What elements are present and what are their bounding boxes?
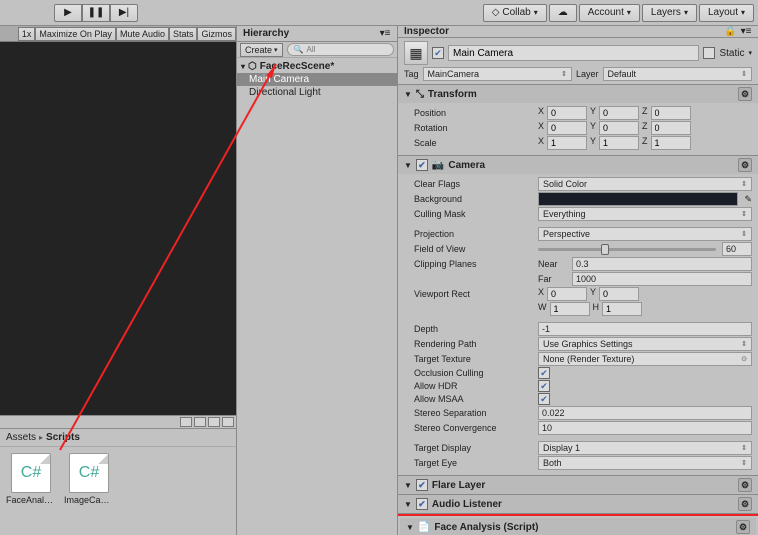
- create-button[interactable]: Create▾: [240, 43, 283, 57]
- zoom-field[interactable]: 1x: [18, 27, 36, 41]
- viewport-xy[interactable]: XY: [538, 287, 752, 301]
- hierarchy-tree: ▾⬡FaceRecScene* Main Camera Directional …: [237, 58, 397, 535]
- panel-menu-icon[interactable]: ▾≡: [740, 26, 752, 37]
- lock-icon[interactable]: [180, 417, 192, 427]
- hierarchy-item-main-camera[interactable]: Main Camera: [237, 73, 397, 86]
- audio-listener-component: ▼Audio Listener⚙: [398, 495, 758, 514]
- project-mini-toolbar: [0, 415, 236, 429]
- layers-button[interactable]: Layers▾: [642, 4, 697, 22]
- play-controls: ▶ ❚❚ ▶|: [54, 4, 138, 22]
- tag-dropdown[interactable]: MainCamera⇕: [423, 67, 572, 81]
- position-fields[interactable]: XYZ: [538, 106, 752, 120]
- cloud-button[interactable]: ☁: [549, 4, 577, 22]
- panel-menu-icon[interactable]: ▾≡: [379, 28, 391, 39]
- fold-icon[interactable]: ▼: [404, 500, 412, 509]
- gear-icon[interactable]: ⚙: [738, 87, 752, 101]
- game-view-toolbar: 1x Maximize On Play Mute Audio Stats Giz…: [0, 26, 236, 42]
- fov-slider[interactable]: 60: [538, 242, 752, 256]
- eye-icon[interactable]: [194, 417, 206, 427]
- inspector-header: ▦ Static ▾ Tag MainCamera⇕ Layer Default…: [398, 38, 758, 85]
- layer-label: Layer: [576, 69, 599, 79]
- pause-button[interactable]: ❚❚: [82, 4, 110, 22]
- face-analysis-component: ▼📄Face Analysis (Script)⚙ Script📄 FaceAn…: [400, 518, 756, 535]
- depth-field[interactable]: -1: [538, 322, 752, 336]
- lock-icon[interactable]: 🔒: [724, 26, 736, 37]
- stats-toggle[interactable]: Stats: [169, 27, 198, 41]
- game-view[interactable]: [0, 42, 236, 415]
- occlusion-checkbox[interactable]: [538, 367, 550, 379]
- top-toolbar: ▶ ❚❚ ▶| ◇Collab▾ ☁ Account▾ Layers▾ Layo…: [0, 0, 758, 26]
- collab-button[interactable]: ◇Collab▾: [483, 4, 547, 22]
- tag-label: Tag: [404, 69, 419, 79]
- script-asset-faceanalysis[interactable]: C# FaceAnalysis...: [6, 453, 56, 529]
- camera-component: ▼📷Camera⚙ Clear FlagsSolid Color⇕ Backgr…: [398, 156, 758, 476]
- eyedropper-icon[interactable]: ✎: [744, 194, 752, 205]
- background-color-field[interactable]: [538, 192, 738, 206]
- msaa-checkbox[interactable]: [538, 393, 550, 405]
- gear-icon[interactable]: ⚙: [738, 478, 752, 492]
- script-asset-imagecapture[interactable]: C# ImageCapt...: [64, 453, 114, 529]
- enable-checkbox[interactable]: [416, 498, 428, 510]
- layer-dropdown[interactable]: Default⇕: [603, 67, 752, 81]
- target-texture-field[interactable]: None (Render Texture)⊙: [538, 352, 752, 366]
- gizmos-toggle[interactable]: Gizmos: [197, 27, 236, 41]
- step-button[interactable]: ▶|: [110, 4, 138, 22]
- stereo-conv-field[interactable]: 10: [538, 421, 752, 435]
- rendering-path-dropdown[interactable]: Use Graphics Settings⇕: [538, 337, 752, 351]
- camera-icon: 📷: [432, 160, 444, 171]
- script-icon: 📄: [418, 522, 430, 533]
- scene-root[interactable]: ▾⬡FaceRecScene*: [237, 60, 397, 73]
- mute-audio-toggle[interactable]: Mute Audio: [116, 27, 169, 41]
- culling-mask-dropdown[interactable]: Everything⇕: [538, 207, 752, 221]
- hdr-checkbox[interactable]: [538, 380, 550, 392]
- viewport-wh[interactable]: WH: [538, 302, 752, 316]
- active-checkbox[interactable]: [432, 47, 444, 59]
- flare-layer-component: ▼Flare Layer⚙: [398, 476, 758, 495]
- far-clip-field[interactable]: 1000: [572, 272, 752, 286]
- hierarchy-item-directional-light[interactable]: Directional Light: [237, 86, 397, 99]
- project-breadcrumb: Assets ▸ Scripts: [0, 429, 236, 447]
- filter-icon[interactable]: [222, 417, 234, 427]
- gear-icon[interactable]: ⚙: [736, 520, 750, 534]
- object-name-field[interactable]: [448, 45, 699, 61]
- csharp-script-icon: C#: [69, 453, 109, 493]
- fold-icon[interactable]: ▼: [404, 90, 412, 99]
- asset-label: ImageCapt...: [64, 495, 114, 505]
- layout-button[interactable]: Layout▾: [699, 4, 754, 22]
- fold-icon[interactable]: ▼: [404, 161, 412, 170]
- star-icon[interactable]: [208, 417, 220, 427]
- hierarchy-search[interactable]: 🔍All: [287, 43, 394, 56]
- breadcrumb-root[interactable]: Assets: [6, 432, 36, 443]
- rotation-fields[interactable]: XYZ: [538, 121, 752, 135]
- transform-component: ▼⤡Transform⚙ PositionXYZ RotationXYZ Sca…: [398, 85, 758, 156]
- scale-fields[interactable]: XYZ: [538, 136, 752, 150]
- play-button[interactable]: ▶: [54, 4, 82, 22]
- static-label: Static: [719, 48, 744, 59]
- projection-dropdown[interactable]: Perspective⇕: [538, 227, 752, 241]
- asset-label: FaceAnalysis...: [6, 495, 56, 505]
- chevron-right-icon: ▸: [39, 433, 43, 442]
- csharp-script-icon: C#: [11, 453, 51, 493]
- enable-checkbox[interactable]: [416, 479, 428, 491]
- gameobject-icon[interactable]: ▦: [404, 41, 428, 65]
- enable-checkbox[interactable]: [416, 159, 428, 171]
- account-button[interactable]: Account▾: [579, 4, 640, 22]
- stereo-sep-field[interactable]: 0.022: [538, 406, 752, 420]
- target-display-dropdown[interactable]: Display 1⇕: [538, 441, 752, 455]
- near-clip-field[interactable]: 0.3: [572, 257, 752, 271]
- breadcrumb-folder[interactable]: Scripts: [46, 432, 80, 443]
- transform-icon: ⤡: [416, 89, 424, 100]
- maximize-toggle[interactable]: Maximize On Play: [35, 27, 116, 41]
- gear-icon[interactable]: ⚙: [738, 158, 752, 172]
- annotation-highlight: ▼📄Face Analysis (Script)⚙ Script📄 FaceAn…: [398, 514, 758, 535]
- gear-icon[interactable]: ⚙: [738, 497, 752, 511]
- fold-icon[interactable]: ▼: [406, 523, 414, 532]
- clear-flags-dropdown[interactable]: Solid Color⇕: [538, 177, 752, 191]
- inspector-tab[interactable]: Inspector 🔒 ▾≡: [398, 26, 758, 38]
- target-eye-dropdown[interactable]: Both⇕: [538, 456, 752, 470]
- hierarchy-tab[interactable]: Hierarchy ▾≡: [237, 26, 397, 42]
- project-assets-grid: C# FaceAnalysis... C# ImageCapt...: [0, 447, 236, 535]
- static-checkbox[interactable]: [703, 47, 715, 59]
- fold-icon[interactable]: ▼: [404, 481, 412, 490]
